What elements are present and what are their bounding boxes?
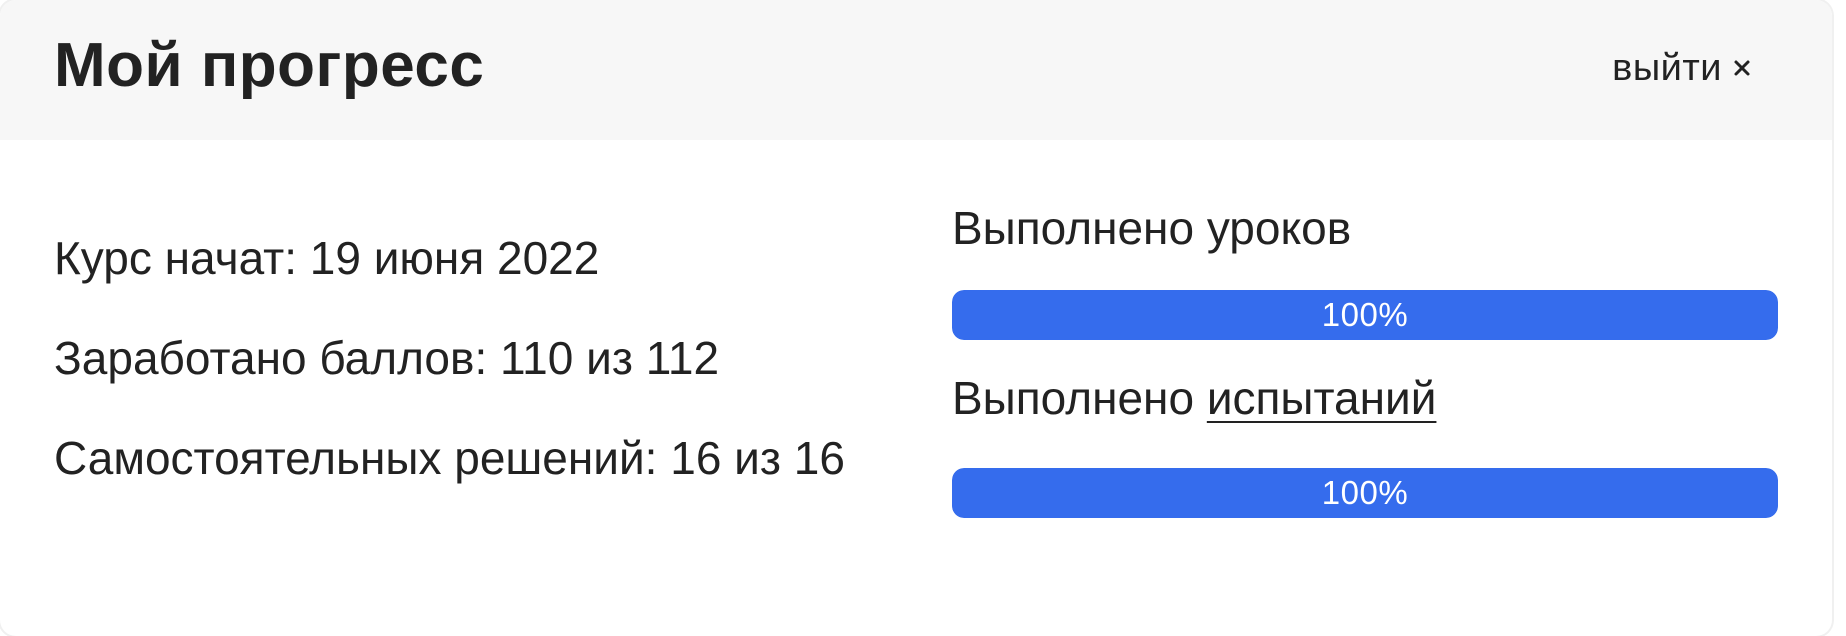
course-started-text: Курс начат: 19 июня 2022 <box>54 232 600 284</box>
progress-section: Выполнено уроков 100% Выполнено испытани… <box>952 196 1778 518</box>
trials-progress-value: 100% <box>1321 474 1409 511</box>
lessons-progress-bar: 100% <box>952 290 1778 340</box>
points-earned-text: Заработано баллов: 110 из 112 <box>54 332 720 384</box>
course-stats: Курс начат: 19 июня 2022 Заработано балл… <box>54 220 894 496</box>
progress-card: Мой прогресс выйти Курс начат: 19 июня 2… <box>0 0 1832 636</box>
lessons-progress-fill: 100% <box>952 290 1778 340</box>
page-title: Мой прогресс <box>54 31 485 100</box>
lessons-progress-value: 100% <box>1321 296 1409 333</box>
exit-label: выйти <box>1612 47 1722 89</box>
trials-progress-bar: 100% <box>952 468 1778 518</box>
lessons-progress-label: Выполнено уроков <box>952 202 1352 254</box>
independent-solutions-text: Самостоятельных решений: 16 из 16 <box>54 432 845 484</box>
trials-progress-label: Выполнено испытаний <box>952 366 1778 430</box>
trials-progress-fill: 100% <box>952 468 1778 518</box>
close-icon <box>1732 58 1752 78</box>
card-header: Мой прогресс выйти <box>0 0 1832 140</box>
trials-link[interactable]: испытаний <box>1207 372 1437 424</box>
trials-progress-label-prefix: Выполнено <box>952 372 1207 424</box>
exit-button[interactable]: выйти <box>1612 46 1752 90</box>
